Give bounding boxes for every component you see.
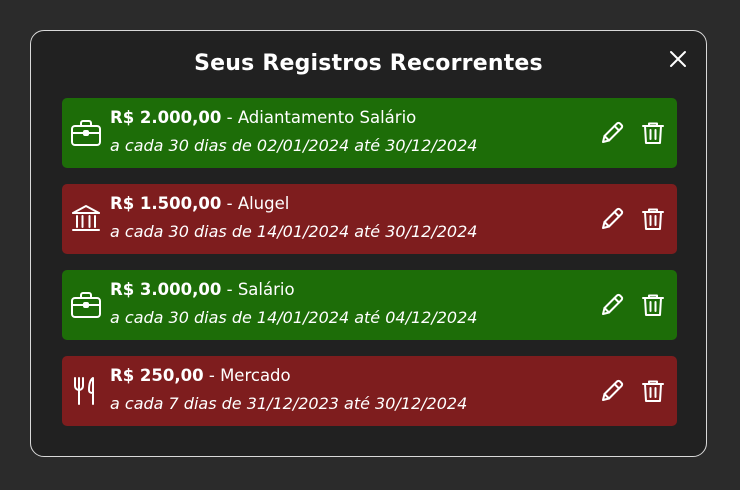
close-icon bbox=[670, 51, 686, 67]
record-summary: R$ 1.500,00 - Alugel bbox=[110, 194, 289, 213]
modal-title: Seus Registros Recorrentes bbox=[194, 51, 543, 76]
trash-icon bbox=[642, 380, 664, 402]
delete-button[interactable] bbox=[640, 292, 666, 318]
briefcase-icon bbox=[69, 288, 103, 322]
edit-button[interactable] bbox=[599, 292, 625, 318]
trash-icon bbox=[642, 208, 664, 230]
record-separator: - bbox=[221, 194, 238, 213]
record-schedule: a cada 30 dias de 14/01/2024 até 04/12/2… bbox=[110, 308, 478, 327]
delete-button[interactable] bbox=[640, 206, 666, 232]
record-amount: R$ 1.500,00 bbox=[110, 194, 222, 213]
record-summary: R$ 2.000,00 - Adiantamento Salário bbox=[110, 108, 416, 127]
record-schedule: a cada 7 dias de 31/12/2023 até 30/12/20… bbox=[110, 394, 468, 413]
record-amount: R$ 2.000,00 bbox=[110, 108, 222, 127]
trash-icon bbox=[642, 122, 664, 144]
record-amount: R$ 250,00 bbox=[110, 366, 204, 385]
record-description: Mercado bbox=[220, 366, 291, 385]
record-item: R$ 2.000,00 - Adiantamento Salário a cad… bbox=[62, 98, 677, 168]
pencil-icon bbox=[602, 379, 624, 401]
edit-button[interactable] bbox=[599, 378, 625, 404]
record-separator: - bbox=[221, 108, 238, 127]
trash-icon bbox=[642, 294, 664, 316]
pencil-icon bbox=[602, 293, 624, 315]
record-item: R$ 1.500,00 - Alugel a cada 30 dias de 1… bbox=[62, 184, 677, 254]
record-item: R$ 3.000,00 - Salário a cada 30 dias de … bbox=[62, 270, 677, 340]
close-button[interactable] bbox=[668, 49, 688, 69]
record-separator: - bbox=[221, 280, 238, 299]
record-item: R$ 250,00 - Mercado a cada 7 dias de 31/… bbox=[62, 356, 677, 426]
pencil-icon bbox=[602, 207, 624, 229]
record-description: Alugel bbox=[237, 194, 290, 213]
record-description: Adiantamento Salário bbox=[237, 108, 417, 127]
delete-button[interactable] bbox=[640, 120, 666, 146]
delete-button[interactable] bbox=[640, 378, 666, 404]
record-summary: R$ 3.000,00 - Salário bbox=[110, 280, 295, 299]
record-schedule: a cada 30 dias de 02/01/2024 até 30/12/2… bbox=[110, 136, 478, 155]
recurring-records-modal: Seus Registros Recorrentes R$ 2.000,00 -… bbox=[30, 30, 707, 457]
record-amount: R$ 3.000,00 bbox=[110, 280, 222, 299]
bank-icon bbox=[69, 202, 103, 236]
edit-button[interactable] bbox=[599, 120, 625, 146]
record-schedule: a cada 30 dias de 14/01/2024 até 30/12/2… bbox=[110, 222, 478, 241]
record-summary: R$ 250,00 - Mercado bbox=[110, 366, 291, 385]
edit-button[interactable] bbox=[599, 206, 625, 232]
record-separator: - bbox=[203, 366, 221, 385]
pencil-icon bbox=[602, 121, 624, 143]
records-list: R$ 2.000,00 - Adiantamento Salário a cad… bbox=[62, 98, 677, 442]
fork-knife-icon bbox=[69, 374, 103, 408]
record-description: Salário bbox=[237, 280, 295, 299]
briefcase-icon bbox=[69, 116, 103, 150]
